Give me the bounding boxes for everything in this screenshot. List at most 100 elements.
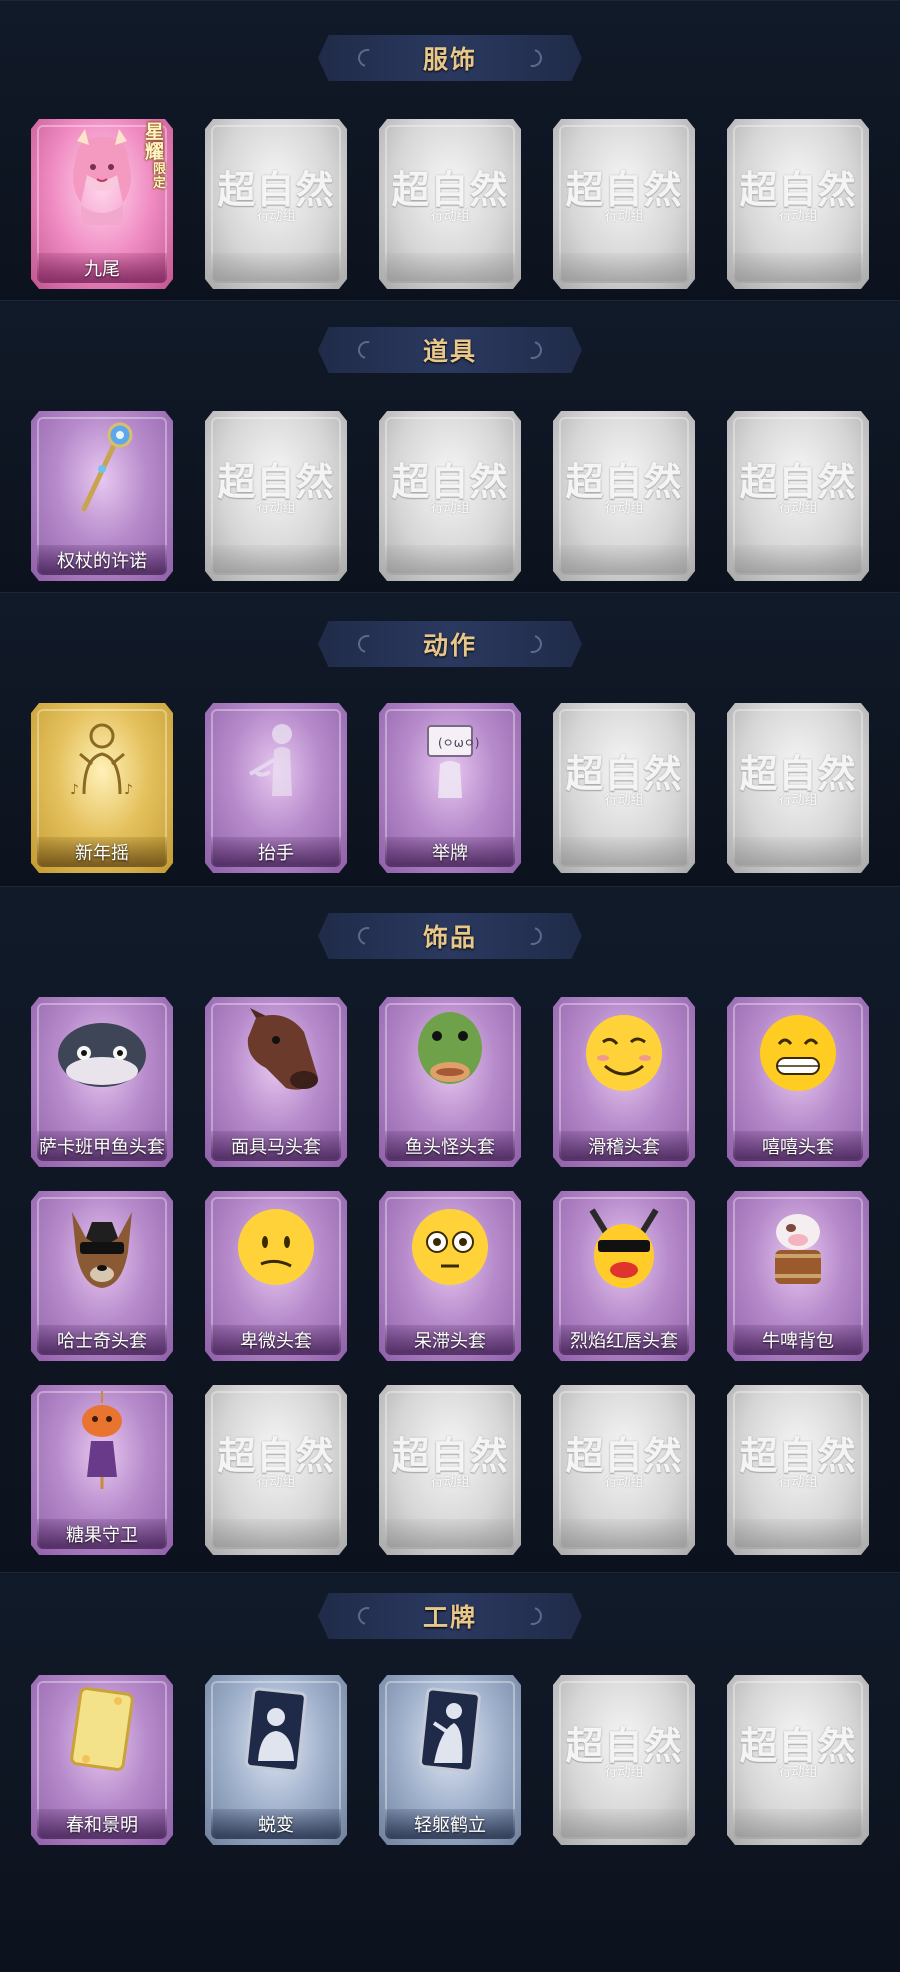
section-header: 工牌 — [318, 1593, 582, 1639]
swirl-icon — [520, 337, 546, 363]
section-title: 道具 — [422, 337, 477, 366]
item-card[interactable]: 面具马头套 — [205, 997, 347, 1167]
empty-slot: 超自然 行动组 — [727, 1385, 869, 1555]
item-label: 抬手 — [258, 843, 294, 864]
empty-slot: 超自然 行动组 — [727, 1675, 869, 1845]
golden-badge-icon — [62, 1683, 142, 1779]
stunned-face-mask-icon — [405, 1202, 495, 1292]
item-card[interactable]: 牛啤背包 — [727, 1191, 869, 1361]
item-card[interactable]: 糖果守卫 — [31, 1385, 173, 1555]
swirl-icon — [520, 45, 546, 71]
humble-face-mask-icon — [231, 1202, 321, 1292]
item-card[interactable]: 烈焰红唇头套 — [553, 1191, 695, 1361]
placeholder-subtitle: 行动组 — [256, 501, 296, 516]
item-card[interactable]: 轻躯鹤立 — [379, 1675, 521, 1845]
empty-slot: 超自然 行动组 — [727, 119, 869, 289]
item-card[interactable]: 呆滞头套 — [379, 1191, 521, 1361]
swirl-icon — [354, 45, 380, 71]
item-label: 举牌 — [432, 843, 468, 864]
empty-slot: 超自然 行动组 — [379, 119, 521, 289]
swirl-icon — [520, 923, 546, 949]
item-card[interactable]: ♪ ♪ 新年摇 — [31, 703, 173, 873]
swirl-icon — [354, 1603, 380, 1629]
swirl-icon — [354, 631, 380, 657]
item-label: 鱼头怪头套 — [405, 1137, 495, 1158]
empty-slot: 超自然 行动组 — [553, 1385, 695, 1555]
item-label: 九尾 — [84, 259, 120, 280]
svg-text:♪: ♪ — [124, 782, 133, 798]
svg-text:♪: ♪ — [70, 782, 79, 798]
item-label: 滑稽头套 — [588, 1137, 660, 1158]
item-card[interactable]: 抬手 — [205, 703, 347, 873]
item-label: 嘻嘻头套 — [762, 1137, 834, 1158]
empty-slot: 超自然 行动组 — [553, 703, 695, 873]
placeholder-subtitle: 行动组 — [778, 1475, 818, 1490]
swirl-icon — [354, 337, 380, 363]
item-label: 权杖的许诺 — [57, 551, 147, 572]
husky-mask-icon — [52, 1202, 152, 1292]
funny-face-mask-icon — [579, 1008, 669, 1098]
section-clothing: 服饰 星耀 限定 九尾 超自然 行动组 超自然 行动组 超自然 行动组 超自然 … — [0, 0, 900, 300]
item-label: 面具马头套 — [231, 1137, 321, 1158]
nine-tail-character-icon — [57, 125, 147, 225]
scepter-icon — [62, 417, 142, 517]
item-card[interactable]: 卑微头套 — [205, 1191, 347, 1361]
item-card[interactable]: 春和景明 — [31, 1675, 173, 1845]
swirl-icon — [520, 631, 546, 657]
empty-slot: 超自然 行动组 — [727, 703, 869, 873]
item-card[interactable]: 嘻嘻头套 — [727, 997, 869, 1167]
item-card[interactable]: 鱼头怪头套 — [379, 997, 521, 1167]
item-label: 牛啤背包 — [762, 1331, 834, 1352]
placeholder-subtitle: 行动组 — [256, 1475, 296, 1490]
section-header: 动作 — [318, 621, 582, 667]
item-label: 烈焰红唇头套 — [570, 1331, 678, 1352]
item-card[interactable]: 萨卡班甲鱼头套 — [31, 997, 173, 1167]
item-label: 哈士奇头套 — [57, 1331, 147, 1352]
placeholder-subtitle: 行动组 — [604, 1475, 644, 1490]
placeholder-subtitle: 行动组 — [430, 209, 470, 224]
placeholder-subtitle: 行动组 — [430, 1475, 470, 1490]
fish-monster-mask-icon — [405, 1008, 495, 1098]
section-title: 服饰 — [422, 45, 477, 74]
svg-text:(ㅇωㅇ): (ㅇωㅇ) — [438, 736, 480, 750]
section-actions: 动作 ♪ ♪ 新年摇 抬手 (ㅇωㅇ) 举牌 超自然 行动组 超自然 行动组 — [0, 592, 900, 886]
placeholder-subtitle: 行动组 — [778, 501, 818, 516]
section-title: 工牌 — [422, 1603, 477, 1632]
section-title: 动作 — [422, 631, 477, 660]
item-card[interactable]: 哈士奇头套 — [31, 1191, 173, 1361]
empty-slot: 超自然 行动组 — [553, 411, 695, 581]
placeholder-subtitle: 行动组 — [256, 209, 296, 224]
horse-mask-icon — [226, 1008, 326, 1098]
item-label: 呆滞头套 — [414, 1331, 486, 1352]
item-label: 蜕变 — [258, 1815, 294, 1836]
item-label: 萨卡班甲鱼头套 — [39, 1137, 165, 1158]
grin-face-mask-icon — [753, 1008, 843, 1098]
empty-slot: 超自然 行动组 — [553, 119, 695, 289]
silhouette-pose-badge-icon — [410, 1683, 490, 1779]
section-header: 饰品 — [318, 913, 582, 959]
item-card[interactable]: 滑稽头套 — [553, 997, 695, 1167]
red-lips-mask-icon — [574, 1202, 674, 1292]
placeholder-subtitle: 行动组 — [604, 793, 644, 808]
candy-guard-icon — [67, 1391, 137, 1491]
section-props: 道具 权杖的许诺 超自然 行动组 超自然 行动组 超自然 行动组 超自然 行动组 — [0, 300, 900, 592]
item-card[interactable]: (ㅇωㅇ) 举牌 — [379, 703, 521, 873]
empty-slot: 超自然 行动组 — [205, 411, 347, 581]
item-card[interactable]: 星耀 限定 九尾 — [31, 119, 173, 289]
item-card[interactable]: 蜕变 — [205, 1675, 347, 1845]
item-card[interactable]: 权杖的许诺 — [31, 411, 173, 581]
empty-slot: 超自然 行动组 — [205, 119, 347, 289]
section-title: 饰品 — [422, 923, 477, 952]
item-label: 春和景明 — [66, 1815, 138, 1836]
silhouette-badge-icon — [236, 1683, 316, 1779]
swirl-icon — [520, 1603, 546, 1629]
item-label: 新年摇 — [75, 843, 129, 864]
placeholder-subtitle: 行动组 — [430, 501, 470, 516]
empty-slot: 超自然 行动组 — [379, 1385, 521, 1555]
raise-hand-icon — [236, 714, 316, 804]
fish-head-icon — [52, 1013, 152, 1093]
section-header: 道具 — [318, 327, 582, 373]
placeholder-subtitle: 行动组 — [778, 209, 818, 224]
placeholder-subtitle: 行动组 — [604, 209, 644, 224]
section-accessories: 饰品 萨卡班甲鱼头套 面具马头套 鱼头怪头套 滑稽头套 嘻嘻头套 哈士奇头套 卑… — [0, 886, 900, 1572]
